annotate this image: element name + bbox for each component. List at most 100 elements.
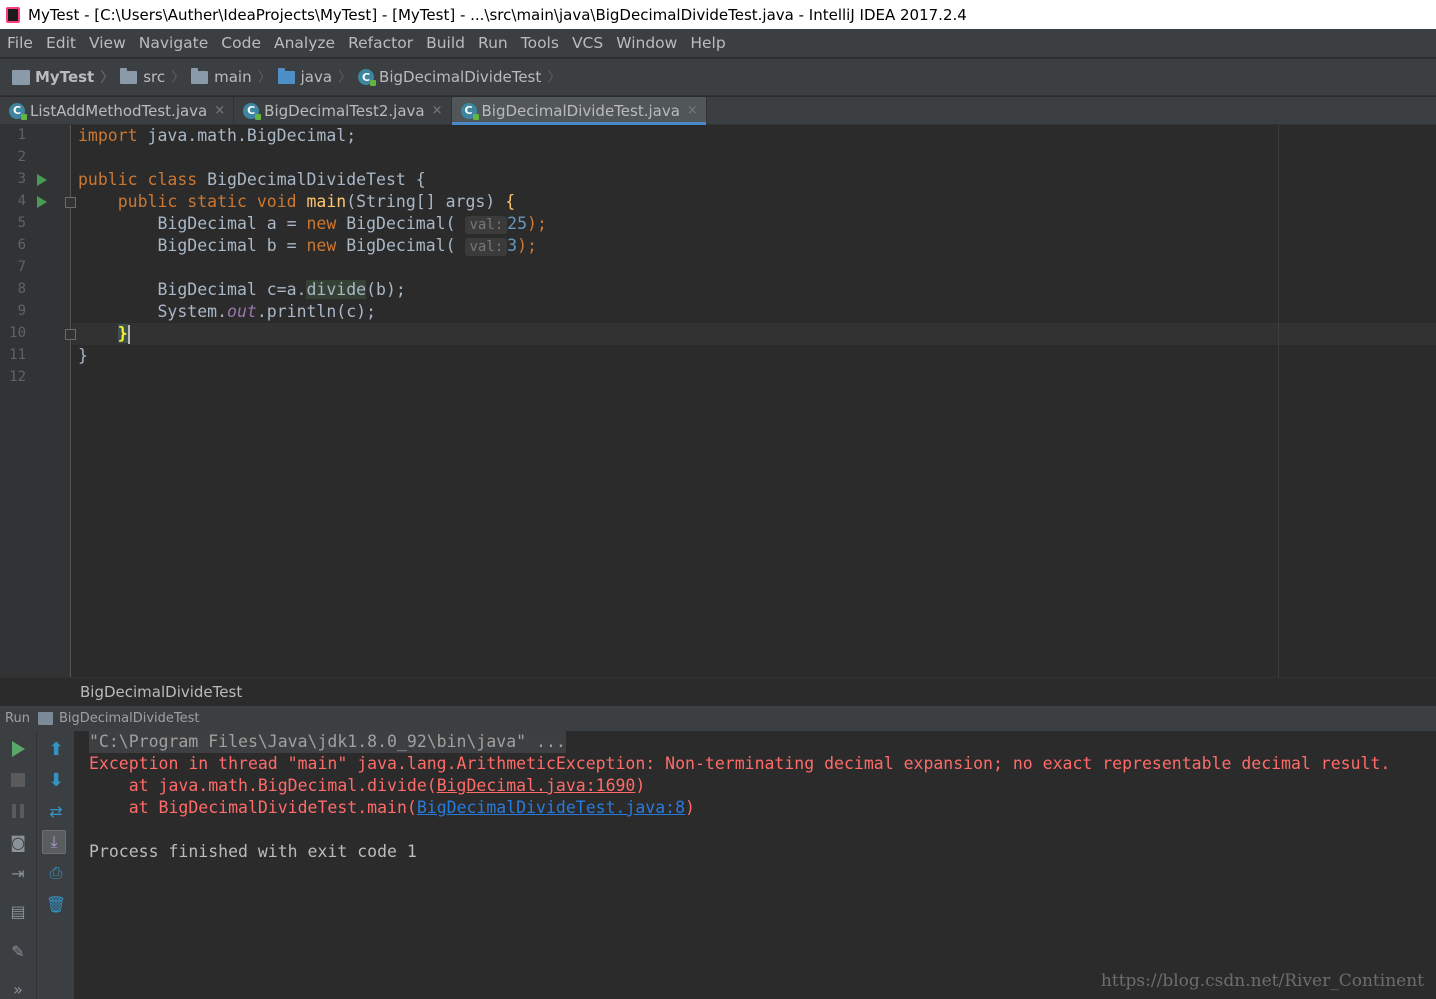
pin-button[interactable]: ✎ (6, 939, 30, 963)
console-command-line: "C:\Program Files\Java\jdk1.8.0_92\bin\j… (89, 731, 566, 753)
breadcrumb-java[interactable]: java 〉 (277, 67, 352, 87)
stack-trace-link[interactable]: BigDecimalDivideTest.java:8 (417, 798, 685, 817)
code-line-1: import java.math.BigDecimal; (78, 125, 356, 147)
menu-analyze[interactable]: Analyze (267, 34, 341, 52)
folder-icon (120, 67, 138, 84)
project-module-icon (12, 69, 30, 85)
line-number: 1 (17, 127, 26, 143)
tab-label: ListAddMethodTest.java (30, 101, 208, 120)
code-text: (b); (366, 280, 406, 299)
code-area[interactable]: import java.math.BigDecimal; public clas… (78, 125, 1436, 677)
menu-edit[interactable]: Edit (39, 34, 82, 52)
breadcrumb-src[interactable]: src 〉 (120, 67, 185, 87)
code-line-4: public static void main(String[] args) { (78, 191, 515, 213)
code-editor[interactable]: 1 2 3 4 5 6 7 8 9 10 11 12 import java.m… (0, 125, 1436, 677)
run-class-icon[interactable] (37, 174, 47, 186)
code-text: } (78, 346, 88, 365)
breadcrumb-project[interactable]: MyTest 〉 (12, 67, 114, 87)
pin-icon: ✎ (11, 941, 25, 961)
breadcrumb-class[interactable]: C BigDecimalDivideTest 〉 (358, 67, 561, 87)
folder-icon (191, 67, 209, 84)
stack-trace-text: at BigDecimalDivideTest.main( (89, 798, 417, 817)
menu-code[interactable]: Code (214, 34, 267, 52)
console-output[interactable]: "C:\Program Files\Java\jdk1.8.0_92\bin\j… (75, 731, 1436, 999)
breadcrumb-src-label: src (143, 68, 166, 86)
close-icon[interactable]: × (214, 103, 225, 118)
pause-button[interactable] (6, 799, 30, 823)
title-bar: MyTest - [C:\Users\Auther\IdeaProjects\M… (0, 0, 1436, 29)
chevron-right-icon: 〉 (171, 70, 186, 86)
keyword: public (78, 170, 138, 189)
tab-label: BigDecimalTest2.java (264, 101, 425, 120)
double-chevron-icon: » (13, 979, 23, 999)
fold-icon[interactable] (65, 329, 76, 340)
exit-icon: ⇥ (11, 863, 25, 883)
code-text: ); (517, 236, 537, 255)
keyword: new (306, 236, 337, 255)
stop-button[interactable] (6, 768, 30, 792)
layout-button[interactable]: ▤ (6, 899, 30, 923)
menu-build[interactable]: Build (419, 34, 471, 52)
more-button[interactable]: » (6, 977, 30, 999)
exit-button[interactable]: ⇥ (6, 861, 30, 885)
code-text: ); (527, 214, 547, 233)
run-config-tab[interactable]: BigDecimalDivideTest (59, 711, 200, 726)
code-text: .println(c); (256, 302, 377, 321)
menu-help[interactable]: Help (683, 34, 731, 52)
number-literal: 3 (507, 236, 518, 255)
stack-trace-link[interactable]: BigDecimal.java:1690 (437, 776, 636, 795)
console-stack-trace-line: at BigDecimalDivideTest.main(BigDecimalD… (89, 797, 695, 819)
breadcrumb-main[interactable]: main 〉 (191, 67, 272, 87)
up-stack-button[interactable]: ⬆ (44, 737, 68, 761)
code-text: BigDecimal( (336, 214, 466, 233)
run-main-icon[interactable] (37, 196, 47, 208)
soft-wrap-button[interactable]: ⇄ (44, 799, 68, 823)
code-line-6: BigDecimal b = new BigDecimal( val: 3); (78, 235, 537, 257)
close-icon[interactable]: × (687, 103, 698, 118)
code-text: BigDecimal c=a. (78, 280, 307, 299)
menu-tools[interactable]: Tools (514, 34, 565, 52)
watermark: https://blog.csdn.net/River_Continent (1100, 971, 1424, 991)
editor-breadcrumb-label[interactable]: BigDecimalDivideTest (80, 683, 242, 701)
menu-run[interactable]: Run (471, 34, 514, 52)
play-icon (11, 741, 25, 757)
line-number: 8 (17, 281, 26, 297)
menu-file[interactable]: File (0, 34, 39, 52)
editor-breadcrumb: BigDecimalDivideTest (0, 677, 1436, 705)
clear-all-button[interactable]: 🗑 (44, 892, 68, 916)
code-text: BigDecimal a = (78, 214, 307, 233)
menu-window[interactable]: Window (609, 34, 683, 52)
print-button[interactable]: ⎙ (44, 861, 68, 885)
java-class-icon: C (358, 69, 377, 86)
run-toolbar-secondary: ⬆ ⬇ ⇄ ⤓ ⎙ 🗑 (37, 731, 75, 999)
line-number: 9 (17, 303, 26, 319)
tab-list-add-method-test[interactable]: C ListAddMethodTest.java × (0, 97, 235, 124)
layout-icon: ▤ (10, 901, 26, 921)
rerun-button[interactable] (6, 737, 30, 761)
java-class-icon: C (460, 102, 479, 120)
source-folder-icon (277, 67, 295, 84)
menu-view[interactable]: View (82, 34, 132, 52)
tab-big-decimal-divide-test[interactable]: C BigDecimalDivideTest.java × (451, 97, 707, 125)
menu-vcs[interactable]: VCS (565, 34, 609, 52)
menu-refactor[interactable]: Refactor (341, 34, 419, 52)
printer-icon: ⎙ (49, 863, 63, 882)
fold-icon[interactable] (65, 197, 76, 208)
breadcrumb-project-label: MyTest (35, 68, 95, 86)
code-line-9: System.out.println(c); (78, 301, 376, 323)
tab-big-decimal-test2[interactable]: C BigDecimalTest2.java × (234, 97, 452, 124)
arrow-down-icon: ⬇ (48, 769, 64, 791)
scroll-to-end-button[interactable]: ⤓ (42, 830, 66, 854)
close-icon[interactable]: × (432, 103, 443, 118)
down-stack-button[interactable]: ⬇ (44, 768, 68, 792)
line-number: 2 (17, 149, 26, 165)
menu-navigate[interactable]: Navigate (132, 34, 215, 52)
stop-icon (11, 773, 25, 787)
code-text: java.math.BigDecimal; (137, 126, 357, 145)
stack-trace-text: ) (685, 798, 695, 817)
code-line-5: BigDecimal a = new BigDecimal( val: 25); (78, 213, 547, 235)
arrow-up-icon: ⬆ (48, 738, 64, 760)
dump-threads-button[interactable]: ◙ (6, 830, 30, 854)
